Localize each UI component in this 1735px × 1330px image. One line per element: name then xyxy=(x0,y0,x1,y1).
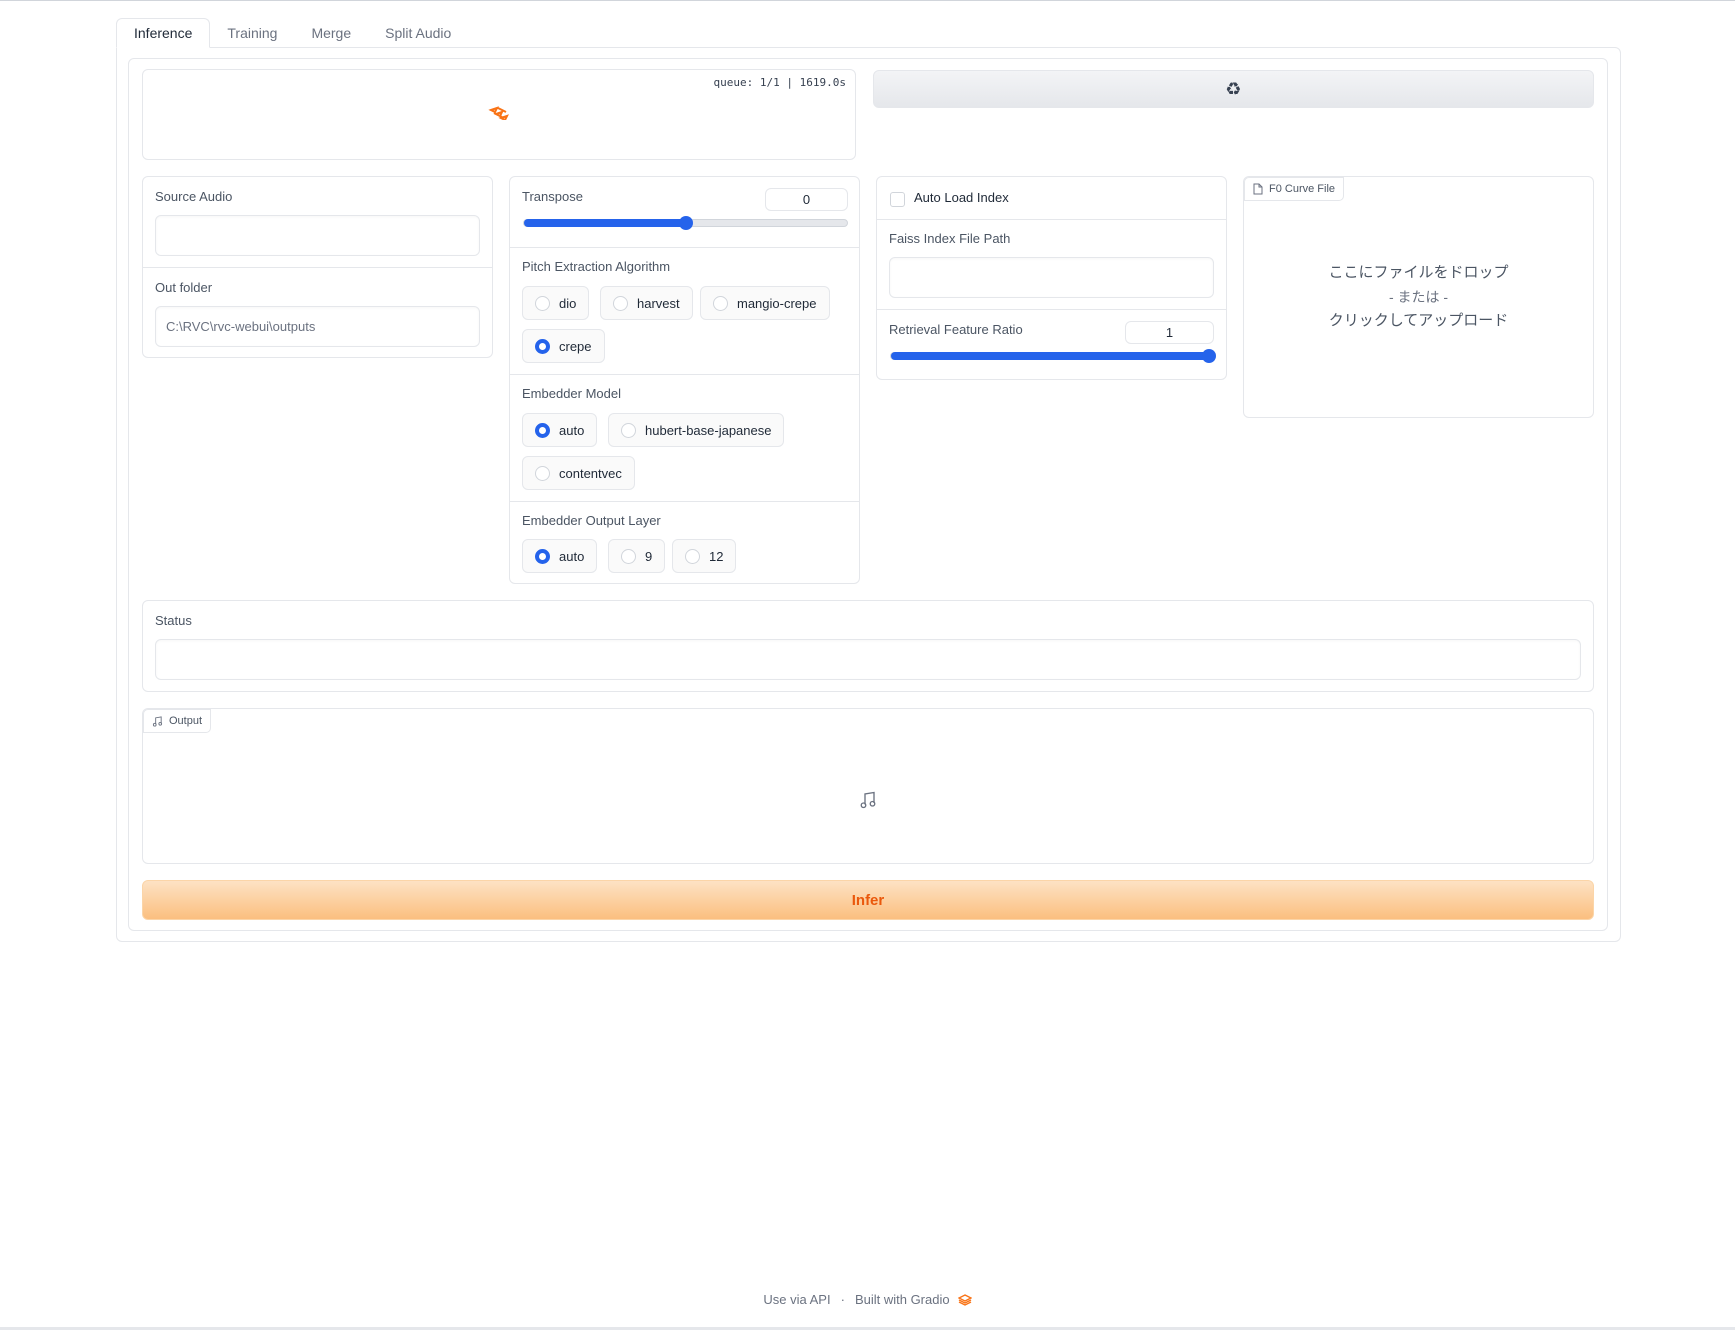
radio-dot xyxy=(621,548,636,564)
tab-training[interactable]: Training xyxy=(210,18,294,48)
radio-dot xyxy=(535,465,550,481)
transpose-label: Transpose xyxy=(522,189,583,204)
group-divider xyxy=(877,219,1226,220)
radio-layer-12[interactable]: 12 xyxy=(672,539,737,573)
radio-embedder-auto[interactable]: auto xyxy=(522,413,598,447)
index-settings-group: Auto Load Index Faiss Index File Path Re… xyxy=(876,176,1227,380)
gradio-logo-icon xyxy=(957,1293,972,1306)
model-selector-loading[interactable]: queue: 1/1 | 1619.0s xyxy=(142,69,856,160)
radio-label: 12 xyxy=(709,548,724,564)
radio-embedder-hubert[interactable]: hubert-base-japanese xyxy=(608,413,785,447)
retrieval-ratio-label: Retrieval Feature Ratio xyxy=(889,322,1023,337)
tab-inference[interactable]: Inference xyxy=(116,18,211,48)
file-drop-zone[interactable]: ここにファイルをドロップ - または - クリックしてアップロード xyxy=(1244,261,1593,333)
f0-curve-file-badge: F0 Curve File xyxy=(1244,177,1345,201)
tab-merge[interactable]: Merge xyxy=(294,18,368,48)
refresh-models-button[interactable]: ♻ xyxy=(873,70,1594,108)
paths-group: Source Audio Out folder C:\RVC\rvc-webui… xyxy=(142,176,493,358)
radio-layer-9[interactable]: 9 xyxy=(608,539,666,573)
faiss-path-input[interactable] xyxy=(889,257,1214,298)
radio-embedder-contentvec[interactable]: contentvec xyxy=(522,456,635,490)
radio-label: contentvec xyxy=(559,465,622,481)
tab-bar: Inference Training Merge Split Audio xyxy=(116,18,468,48)
radio-dot xyxy=(535,295,550,311)
radio-dot xyxy=(621,422,636,438)
status-output xyxy=(155,639,1581,680)
embedder-layer-label: Embedder Output Layer xyxy=(522,513,661,528)
music-note-icon xyxy=(152,715,163,727)
transpose-slider[interactable] xyxy=(523,216,848,230)
auto-load-index-checkbox[interactable] xyxy=(890,192,905,207)
use-via-api-link[interactable]: Use via API xyxy=(763,1292,830,1307)
radio-pitch-mangio-crepe[interactable]: mangio-crepe xyxy=(700,286,830,320)
built-with-gradio-link[interactable]: Built with Gradio xyxy=(855,1292,950,1307)
output-badge: Output xyxy=(143,709,212,733)
radio-dot xyxy=(713,295,728,311)
tab-split-audio[interactable]: Split Audio xyxy=(368,18,468,48)
radio-dot xyxy=(613,295,628,311)
f0-curve-file-title: F0 Curve File xyxy=(1269,183,1336,195)
f0-curve-file-upload[interactable]: F0 Curve File ここにファイルをドロップ - または - クリックし… xyxy=(1243,176,1594,418)
footer: Use via API · Built with Gradio xyxy=(0,1292,1735,1307)
status-label: Status xyxy=(155,613,192,628)
embedder-model-label: Embedder Model xyxy=(522,386,621,401)
transpose-slider-fill xyxy=(524,219,686,227)
status-group: Status xyxy=(142,600,1594,692)
group-divider xyxy=(877,309,1226,310)
radio-dot xyxy=(535,422,550,438)
radio-pitch-harvest[interactable]: harvest xyxy=(600,286,693,320)
retrieval-ratio-number[interactable]: 1 xyxy=(1125,321,1214,344)
radio-dot xyxy=(535,338,550,354)
radio-label: auto xyxy=(559,548,585,564)
out-folder-label: Out folder xyxy=(155,280,213,295)
group-divider xyxy=(143,267,492,268)
output-audio: Output xyxy=(142,708,1594,864)
group-divider xyxy=(510,374,859,375)
pitch-algorithm-label: Pitch Extraction Algorithm xyxy=(522,259,671,274)
recycle-icon: ♻ xyxy=(1225,78,1242,99)
infer-button[interactable]: Infer xyxy=(142,880,1594,920)
faiss-path-label: Faiss Index File Path xyxy=(889,231,1011,246)
upload-text: クリックしてアップロード xyxy=(1328,312,1509,329)
radio-label: auto xyxy=(559,422,585,438)
out-folder-input[interactable]: C:\RVC\rvc-webui\outputs xyxy=(155,306,480,347)
radio-dot xyxy=(535,548,550,564)
source-audio-input[interactable] xyxy=(155,215,480,256)
auto-load-index-label[interactable]: Auto Load Index xyxy=(914,190,1009,205)
radio-label: harvest xyxy=(637,295,680,311)
source-audio-label: Source Audio xyxy=(155,189,233,204)
output-title: Output xyxy=(169,715,203,727)
conversion-settings-group: Transpose 0 Pitch Extraction Algorithm d… xyxy=(509,176,860,584)
retrieval-slider-fill xyxy=(891,352,1209,360)
retrieval-slider-handle[interactable] xyxy=(1202,349,1216,363)
radio-label: dio xyxy=(559,295,577,311)
top-border xyxy=(0,0,1735,1)
radio-label: hubert-base-japanese xyxy=(645,422,772,438)
radio-label: crepe xyxy=(559,338,592,354)
group-divider xyxy=(510,247,859,248)
footer-separator: · xyxy=(840,1292,845,1307)
drop-text: ここにファイルをドロップ xyxy=(1328,264,1509,281)
radio-label: mangio-crepe xyxy=(737,295,817,311)
radio-dot xyxy=(685,548,700,564)
radio-label: 9 xyxy=(645,548,653,564)
group-divider xyxy=(510,501,859,502)
file-icon xyxy=(1253,183,1263,195)
transpose-number[interactable]: 0 xyxy=(765,188,848,211)
radio-pitch-crepe[interactable]: crepe xyxy=(522,329,605,363)
retrieval-ratio-slider[interactable] xyxy=(890,349,1216,363)
loader-icon xyxy=(488,106,509,120)
transpose-slider-handle[interactable] xyxy=(678,216,693,230)
radio-layer-auto[interactable]: auto xyxy=(522,539,598,573)
queue-status: queue: 1/1 | 1619.0s xyxy=(713,76,846,89)
music-note-icon xyxy=(860,791,876,809)
radio-pitch-dio[interactable]: dio xyxy=(522,286,590,320)
drop-or-text: - または - xyxy=(1388,289,1449,305)
